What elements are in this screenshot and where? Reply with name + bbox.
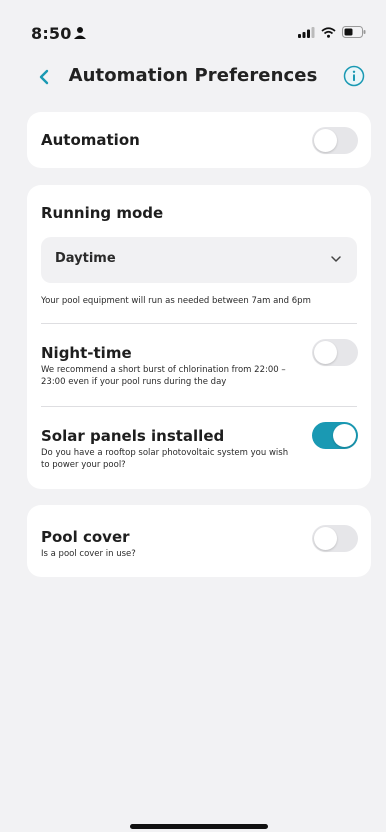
night-time-toggle[interactable] xyxy=(312,339,358,366)
signal-icon xyxy=(298,26,315,38)
divider xyxy=(41,323,357,324)
info-icon xyxy=(343,65,365,87)
night-time-description: We recommend a short burst of chlorinati… xyxy=(41,365,286,387)
solar-description: Do you have a rooftop solar photovoltaic… xyxy=(41,448,289,470)
running-mode-description: Your pool equipment will run as needed b… xyxy=(41,296,311,306)
running-mode-value: Daytime xyxy=(55,251,116,266)
chevron-down-icon xyxy=(331,256,341,262)
running-mode-select[interactable]: Daytime xyxy=(41,237,357,283)
automation-toggle[interactable] xyxy=(312,127,358,154)
status-icons xyxy=(298,26,366,38)
running-mode-card: Running mode Daytime Your pool equipment… xyxy=(27,185,371,489)
automation-label: Automation xyxy=(41,131,140,149)
running-mode-label: Running mode xyxy=(41,204,164,222)
home-indicator xyxy=(130,824,268,829)
status-bar: 8:50 xyxy=(0,0,386,56)
pool-cover-toggle[interactable] xyxy=(312,525,358,552)
pool-cover-card: Pool cover Is a pool cover in use? xyxy=(27,505,371,577)
toggle-knob xyxy=(333,424,356,447)
solar-label: Solar panels installed xyxy=(41,427,225,445)
status-time: 8:50 xyxy=(31,24,72,43)
automation-card: Automation xyxy=(27,112,371,168)
pool-cover-description: Is a pool cover in use? xyxy=(41,549,136,559)
wifi-icon xyxy=(321,26,336,38)
toggle-knob xyxy=(314,341,337,364)
toggle-knob xyxy=(314,527,337,550)
night-time-label: Night-time xyxy=(41,344,132,362)
header: Automation Preferences xyxy=(0,62,386,92)
info-button[interactable] xyxy=(342,64,366,88)
pool-cover-label: Pool cover xyxy=(41,528,130,546)
page-title: Automation Preferences xyxy=(68,65,318,86)
battery-icon xyxy=(342,26,366,38)
person-icon xyxy=(74,27,86,39)
solar-toggle[interactable] xyxy=(312,422,358,449)
divider xyxy=(41,406,357,407)
toggle-knob xyxy=(314,129,337,152)
